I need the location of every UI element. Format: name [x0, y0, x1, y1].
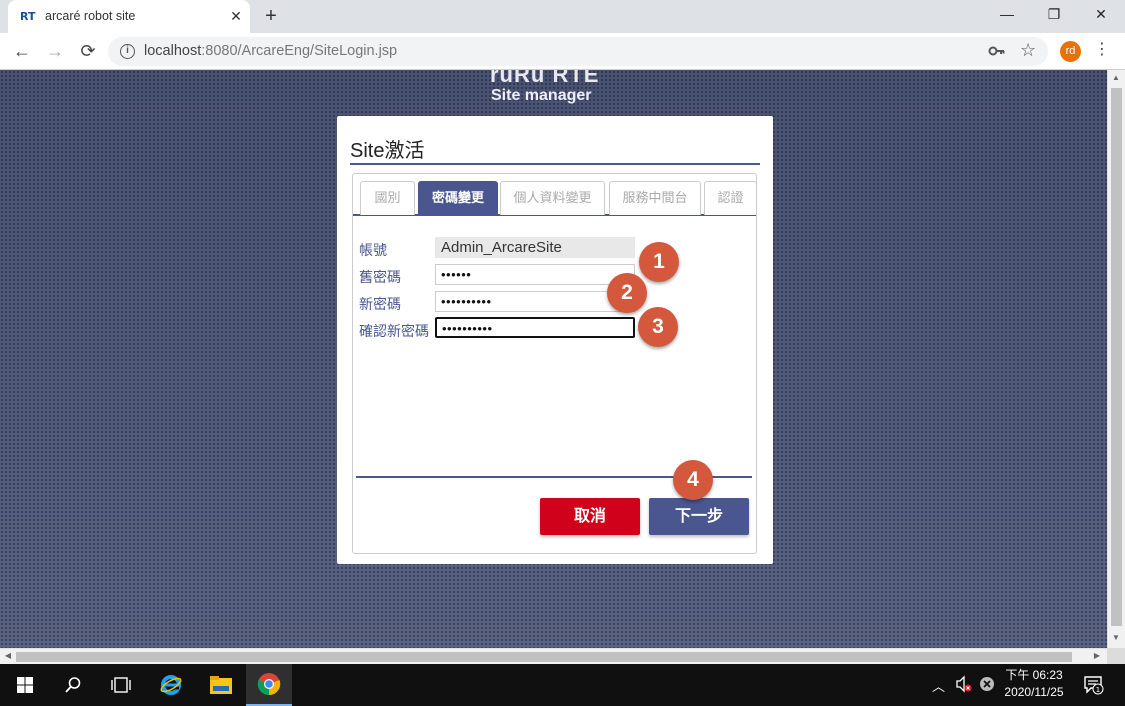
- new-password-field[interactable]: ••••••••••: [435, 291, 635, 312]
- vertical-scroll-thumb[interactable]: [1111, 88, 1122, 626]
- profile-avatar[interactable]: rd: [1060, 41, 1081, 62]
- cancel-button[interactable]: 取消: [540, 498, 640, 535]
- url-host: localhost: [144, 43, 202, 59]
- account-label: 帳號: [359, 242, 387, 258]
- title-divider: [350, 163, 760, 165]
- file-explorer-icon[interactable]: [198, 664, 244, 706]
- scrollbar-corner: [1107, 648, 1125, 664]
- tab-certification[interactable]: 認證: [704, 181, 757, 215]
- scroll-right-icon[interactable]: ▶: [1090, 651, 1104, 660]
- scroll-down-icon[interactable]: ▼: [1109, 633, 1123, 642]
- site-activation-dialog: Site激活 國別 密碼變更 個人資料變更 服務中間台 認證 帳號 Admin_…: [337, 116, 773, 564]
- network-error-icon[interactable]: [978, 675, 996, 696]
- site-favicon-icon: RT: [20, 10, 36, 23]
- new-tab-button[interactable]: +: [261, 5, 281, 27]
- horizontal-scroll-thumb[interactable]: [16, 652, 1072, 662]
- browser-toolbar: ← → ⟳ i localhost:8080/ArcareEng/SiteLog…: [0, 33, 1125, 70]
- internet-explorer-icon[interactable]: [148, 664, 194, 706]
- restore-button[interactable]: ❐: [1031, 0, 1077, 30]
- clock-time: 下午 06:23: [1005, 668, 1063, 682]
- page-viewport: ruRu RTE Site manager Site激活 國別 密碼變更 個人資…: [0, 70, 1107, 648]
- scroll-left-icon[interactable]: ◀: [1, 651, 15, 660]
- minimize-button[interactable]: —: [984, 0, 1030, 30]
- browser-menu-icon[interactable]: ⋮: [1094, 39, 1110, 61]
- confirm-password-value: ••••••••••: [442, 321, 493, 336]
- forward-button[interactable]: →: [43, 39, 67, 63]
- old-password-value: ••••••: [441, 267, 472, 282]
- task-view-icon[interactable]: [98, 664, 144, 706]
- vertical-scrollbar[interactable]: ▲ ▼: [1107, 70, 1125, 648]
- next-step-button[interactable]: 下一步: [649, 498, 749, 535]
- browser-tab[interactable]: RT arcaré robot site ✕: [8, 0, 250, 33]
- tray-chevron-icon[interactable]: ︿: [932, 676, 945, 695]
- volume-muted-icon[interactable]: [955, 675, 973, 696]
- chrome-taskbar-icon[interactable]: [246, 664, 292, 706]
- step-marker-4: 4: [673, 460, 713, 500]
- tab-profile-change[interactable]: 個人資料變更: [500, 181, 605, 215]
- system-clock[interactable]: 下午 06:23 2020/11/25: [995, 667, 1073, 701]
- address-bar[interactable]: i localhost:8080/ArcareEng/SiteLogin.jsp…: [108, 37, 1048, 66]
- scroll-up-icon[interactable]: ▲: [1109, 73, 1123, 82]
- back-button[interactable]: ←: [10, 39, 34, 63]
- step-marker-2: 2: [607, 273, 647, 313]
- tab-password-change[interactable]: 密碼變更: [418, 181, 498, 215]
- close-window-button[interactable]: ✕: [1078, 0, 1124, 30]
- old-password-field[interactable]: ••••••: [435, 264, 635, 285]
- panel-tabs: 國別 密碼變更 個人資料變更 服務中間台 認證: [353, 181, 757, 216]
- confirm-password-label: 確認新密碼: [359, 323, 429, 339]
- dialog-title: Site激活: [350, 140, 425, 162]
- horizontal-scrollbar[interactable]: ◀ ▶: [0, 648, 1107, 664]
- tab-close-icon[interactable]: ✕: [228, 8, 244, 24]
- tab-title: arcaré robot site: [45, 9, 136, 23]
- brand-subtitle: Site manager: [491, 87, 592, 104]
- confirm-password-field[interactable]: ••••••••••: [435, 317, 635, 338]
- new-password-label: 新密碼: [359, 296, 401, 312]
- account-field: Admin_ArcareSite: [435, 237, 635, 258]
- step-marker-3: 3: [638, 307, 678, 347]
- start-button[interactable]: [2, 664, 48, 706]
- old-password-label: 舊密碼: [359, 269, 401, 285]
- reload-button[interactable]: ⟳: [76, 39, 100, 63]
- site-info-icon[interactable]: i: [120, 44, 135, 59]
- bookmark-star-icon[interactable]: ☆: [1020, 40, 1036, 61]
- search-icon[interactable]: [50, 664, 96, 706]
- action-center-icon[interactable]: 1: [1083, 674, 1105, 699]
- clock-date: 2020/11/25: [1004, 685, 1064, 699]
- tab-country[interactable]: 國別: [360, 181, 415, 215]
- brand-title: ruRu RTE: [490, 70, 600, 87]
- url-path: :8080/ArcareEng/SiteLogin.jsp: [201, 43, 398, 59]
- step-marker-1: 1: [639, 242, 679, 282]
- notification-count: 1: [1096, 686, 1100, 694]
- url-text[interactable]: localhost:8080/ArcareEng/SiteLogin.jsp: [144, 43, 397, 59]
- key-icon[interactable]: [988, 42, 1006, 64]
- new-password-value: ••••••••••: [441, 294, 492, 309]
- windows-taskbar: ︿ 下午 06:23 2020/11/25 1: [0, 664, 1125, 706]
- tab-service-hub[interactable]: 服務中間台: [609, 181, 701, 215]
- tab-strip: RT arcaré robot site ✕ + — ❐ ✕: [0, 0, 1125, 33]
